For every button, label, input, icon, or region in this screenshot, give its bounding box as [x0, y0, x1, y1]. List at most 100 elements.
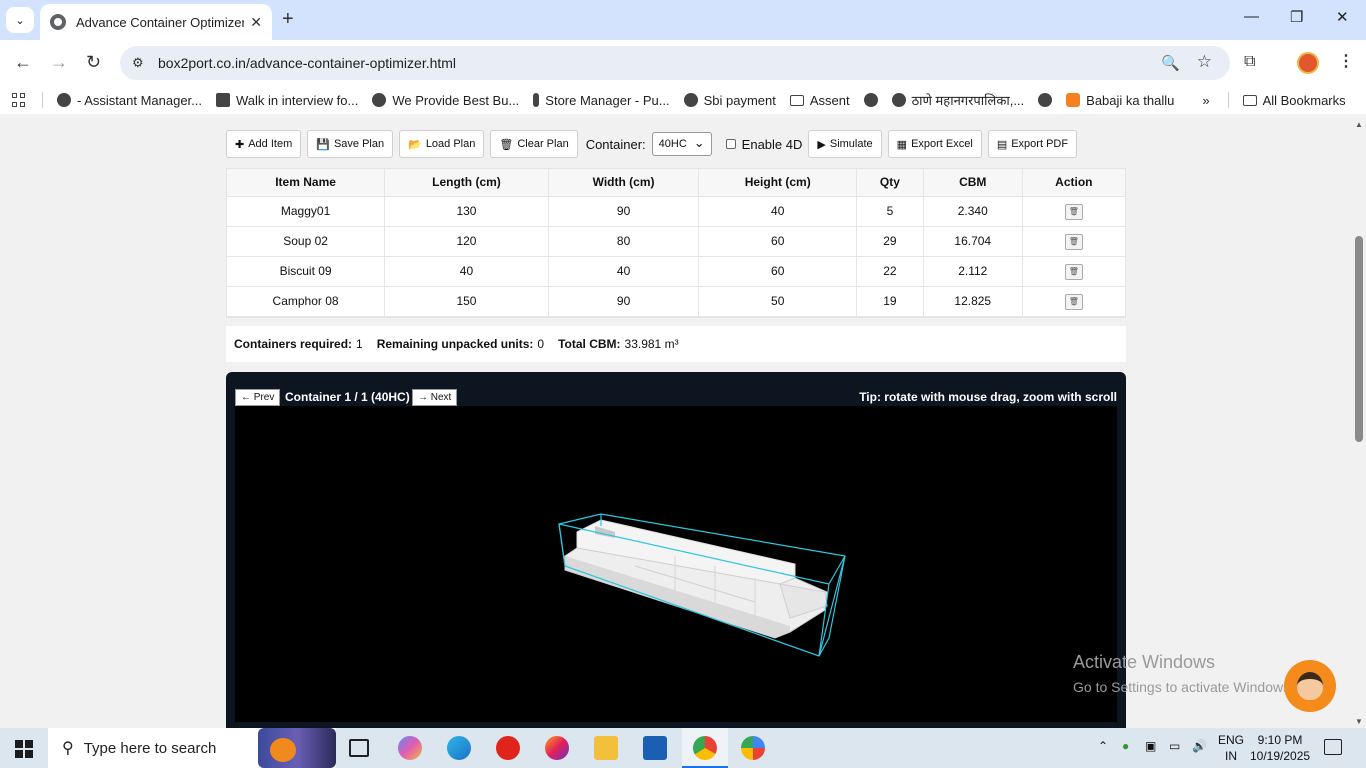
bookmark-item[interactable]: Babaji ka thallu	[1066, 93, 1174, 108]
delete-button[interactable]: 🗑	[1064, 203, 1083, 220]
language-indicator[interactable]: ENG IN	[1218, 732, 1244, 764]
minimize-icon[interactable]: —	[1244, 8, 1259, 25]
system-clock[interactable]: 9:10 PM 10/19/2025	[1250, 732, 1310, 764]
copilot-icon[interactable]	[398, 736, 422, 760]
scrollbar-thumb[interactable]	[1355, 236, 1363, 442]
bookmark-item[interactable]: We Provide Best Bu...	[372, 93, 519, 108]
chrome-canary-icon[interactable]	[741, 736, 765, 760]
clear-plan-button[interactable]: 🗑 Clear Plan	[490, 130, 578, 158]
item-name-cell[interactable]: Camphor 08	[227, 286, 386, 317]
item-name-cell[interactable]: Soup 02	[227, 226, 386, 257]
taskbar-search-box[interactable]: ⚲ Type here to search	[48, 728, 336, 768]
chat-assistant-button[interactable]	[1284, 660, 1336, 712]
simulate-button[interactable]: ▶ Simulate	[808, 130, 882, 158]
show-hidden-icons-icon[interactable]: ⌃	[1098, 739, 1108, 753]
tab-search-button[interactable]: ⌄	[6, 7, 34, 33]
height-cell[interactable]: 60	[698, 226, 858, 257]
height-cell[interactable]: 50	[698, 286, 858, 317]
site-icon	[216, 93, 231, 107]
qty-cell[interactable]: 19	[856, 286, 924, 317]
item-name-cell[interactable]: Maggy01	[227, 196, 386, 227]
close-window-icon[interactable]: ✕	[1336, 8, 1349, 26]
bookmark-item[interactable]: ठाणे महानगरपालिका,...	[891, 91, 1025, 109]
task-view-icon[interactable]	[349, 739, 369, 757]
containers-required-label: Containers required:	[234, 337, 353, 351]
language-code: ENG	[1218, 733, 1245, 747]
length-cell[interactable]: 120	[384, 226, 549, 257]
width-cell[interactable]: 90	[548, 286, 700, 317]
edge-icon[interactable]	[447, 736, 471, 760]
bookmark-label: All Bookmarks	[1262, 92, 1346, 108]
pumpkin-icon	[270, 738, 296, 762]
zoom-icon[interactable]: 🔍	[1161, 54, 1180, 72]
opera-icon[interactable]	[496, 736, 520, 760]
bookmark-label: Assent	[809, 92, 850, 108]
bookmark-item[interactable]: Assent	[789, 92, 850, 108]
outlook-icon[interactable]	[643, 736, 667, 760]
width-cell[interactable]: 40	[548, 256, 700, 287]
width-cell[interactable]: 90	[548, 196, 700, 227]
save-plan-button[interactable]: 💾 Save Plan	[307, 130, 394, 158]
item-name-cell[interactable]: Biscuit 09	[227, 256, 386, 287]
apps-grid-icon[interactable]	[12, 93, 26, 107]
extensions-icon[interactable]: ⧉	[1244, 53, 1255, 71]
bookmark-star-icon[interactable]: ☆	[1197, 52, 1212, 72]
items-table: Item Name Length (cm) Width (cm) Height …	[226, 168, 1126, 318]
viewer-tip: Tip: rotate with mouse drag, zoom with s…	[859, 390, 1117, 404]
enable-4d-checkbox[interactable]	[725, 139, 736, 149]
bookmarks-bar: - Assistant Manager... Walk in interview…	[0, 86, 1366, 114]
windows-start-icon[interactable]	[15, 740, 33, 758]
bookmark-item[interactable]: - Assistant Manager...	[57, 93, 202, 108]
bookmark-item[interactable]: Walk in interview fo...	[216, 93, 358, 108]
security-icon[interactable]: ●	[1122, 739, 1129, 753]
load-plan-button[interactable]: 📂 Load Plan	[399, 130, 485, 158]
delete-button[interactable]: 🗑	[1064, 293, 1083, 310]
all-bookmarks-button[interactable]: All Bookmarks	[1242, 92, 1346, 108]
export-pdf-button[interactable]: ▤ Export PDF	[987, 130, 1078, 158]
more-bookmarks-button[interactable]: »	[1202, 93, 1209, 108]
restore-icon[interactable]: ❐	[1290, 8, 1303, 26]
scroll-up-icon[interactable]: ▲	[1355, 120, 1363, 129]
container-select[interactable]: 40HC	[651, 132, 712, 156]
profile-avatar[interactable]	[1297, 52, 1319, 74]
width-cell[interactable]: 80	[548, 226, 700, 257]
url-text[interactable]: box2port.co.in/advance-container-optimiz…	[158, 55, 456, 71]
page-scrollbar[interactable]: ▲ ▼	[1352, 114, 1366, 728]
next-container-button[interactable]: → Next	[412, 389, 458, 406]
scroll-down-icon[interactable]: ▼	[1355, 717, 1363, 726]
length-cell[interactable]: 130	[384, 196, 549, 227]
bookmark-item[interactable]: Store Manager - Pu...	[533, 93, 670, 108]
reload-icon[interactable]: ↻	[86, 52, 101, 72]
delete-button[interactable]: 🗑	[1064, 233, 1083, 250]
length-cell[interactable]: 40	[384, 256, 549, 287]
file-explorer-icon[interactable]	[594, 736, 618, 760]
height-cell[interactable]: 60	[698, 256, 858, 287]
meet-now-icon[interactable]: ▣	[1145, 739, 1156, 753]
height-cell[interactable]: 40	[698, 196, 858, 227]
3d-canvas[interactable]	[235, 406, 1117, 722]
forward-icon[interactable]: →	[50, 52, 68, 72]
qty-cell[interactable]: 5	[856, 196, 924, 227]
close-icon[interactable]: ✕	[250, 14, 262, 31]
battery-icon[interactable]: ▭	[1169, 739, 1180, 753]
delete-button[interactable]: 🗑	[1064, 263, 1083, 280]
firefox-icon[interactable]	[545, 736, 569, 760]
address-bar[interactable]: ⚙ box2port.co.in/advance-container-optim…	[120, 46, 1230, 80]
back-icon[interactable]: ←	[14, 52, 32, 72]
site-info-icon[interactable]: ⚙	[132, 55, 148, 71]
bookmark-item[interactable]	[863, 93, 884, 107]
bookmark-item[interactable]	[1038, 93, 1058, 107]
menu-icon[interactable]: ⋮	[1338, 51, 1354, 71]
prev-container-button[interactable]: ← Prev	[235, 389, 281, 406]
bookmark-item[interactable]: Sbi payment	[683, 93, 776, 108]
qty-cell[interactable]: 29	[856, 226, 924, 257]
add-item-button[interactable]: ✚ Add Item	[226, 130, 302, 158]
new-tab-button[interactable]: +	[282, 8, 294, 30]
bookmark-label: ठाणे महानगरपालिका,...	[911, 93, 1025, 108]
length-cell[interactable]: 150	[384, 286, 549, 317]
export-excel-button[interactable]: ▦ Export Excel	[887, 130, 982, 158]
qty-cell[interactable]: 22	[856, 256, 924, 287]
browser-tab[interactable]: Advance Container Optimizer | ✕	[40, 4, 272, 40]
notification-center-icon[interactable]	[1324, 739, 1342, 755]
volume-icon[interactable]: 🔊	[1192, 739, 1207, 753]
